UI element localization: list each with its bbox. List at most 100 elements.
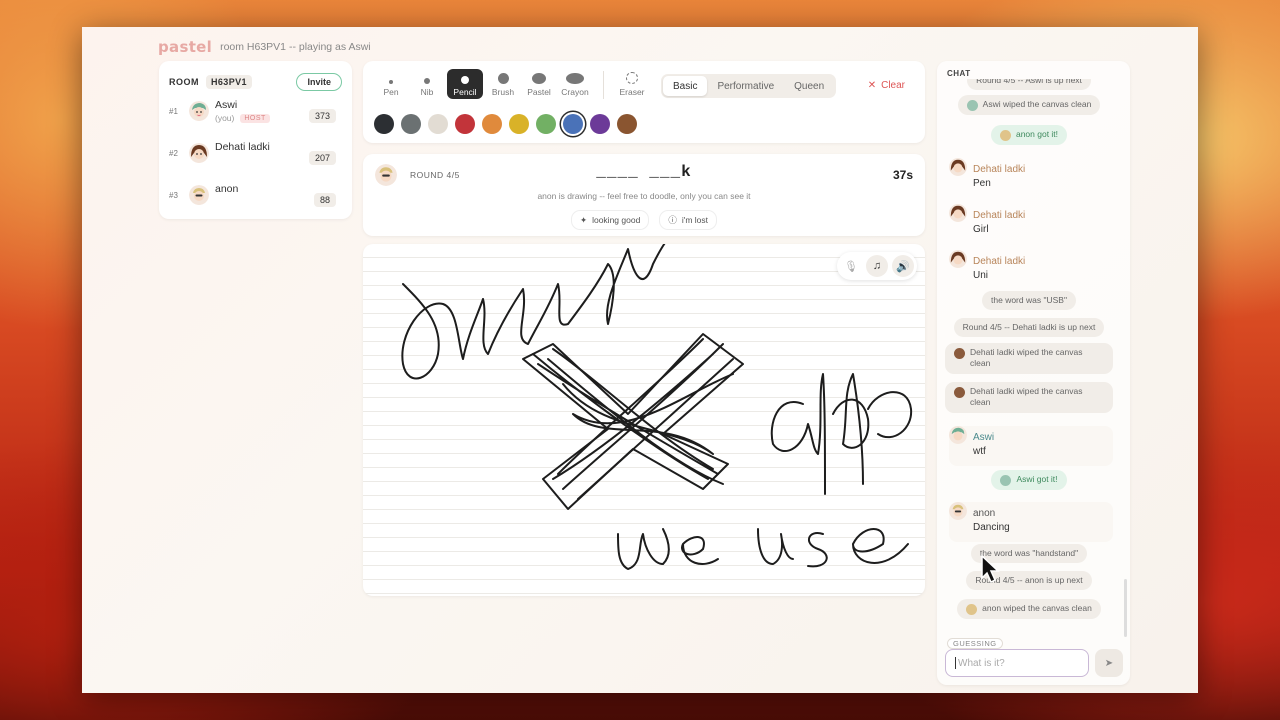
send-icon: ➤	[1104, 657, 1114, 669]
guess-input[interactable]: What is it?	[945, 649, 1089, 677]
player-avatar	[189, 143, 209, 163]
avatar	[999, 130, 1011, 141]
mode-queen[interactable]: Queen	[784, 76, 834, 96]
sparkle-icon: ✦	[579, 214, 588, 225]
mic-off-icon[interactable]: 🎙	[840, 255, 862, 277]
brush-icon	[497, 73, 509, 84]
color-swatch[interactable]	[563, 114, 583, 134]
text-caret	[955, 657, 956, 669]
pastel-icon	[532, 73, 546, 84]
player-row: #1 Aswi (you) HOST 373	[169, 99, 342, 137]
color-swatch[interactable]	[455, 114, 475, 134]
question-icon: ⓘ	[668, 215, 677, 225]
reaction-looking-good[interactable]: ✦ looking good	[570, 210, 650, 230]
system-message: the word was "handstand"	[943, 544, 1115, 564]
message-text: wtf	[973, 446, 986, 457]
mouse-cursor-icon	[981, 554, 1000, 584]
player-rank: #3	[169, 191, 178, 200]
system-text: anon got it!	[1015, 129, 1059, 140]
volume-icon[interactable]: 🔊	[892, 255, 914, 277]
message-author: anon	[973, 508, 996, 519]
system-pill: Dehati ladki wiped the canvas clean	[945, 382, 1113, 413]
avatar	[954, 387, 965, 398]
close-icon: ✕	[867, 80, 877, 91]
tool-eraser[interactable]: Eraser	[616, 69, 648, 99]
tool-pastel[interactable]: Pastel	[523, 69, 555, 99]
message-author: Dehati ladki	[973, 256, 1026, 267]
tool-label: Pen	[383, 87, 399, 97]
drawing-toolbar: Pen Nib Pencil Brush Pastel Crayon Erase…	[363, 61, 925, 143]
round-timer: 37s	[892, 168, 913, 182]
mode-basic[interactable]: Basic	[663, 76, 708, 96]
avatar	[966, 100, 978, 111]
avatar	[949, 502, 967, 520]
toolbar-divider	[603, 71, 604, 99]
tool-pen[interactable]: Pen	[375, 69, 407, 99]
system-message: Dehati ladki wiped the canvas clean	[943, 382, 1115, 413]
reaction-label: i'm lost	[681, 215, 709, 225]
color-swatch[interactable]	[482, 114, 502, 134]
color-swatch[interactable]	[428, 114, 448, 134]
word-hint: ____ ___k	[596, 163, 692, 181]
player-row: #2 Dehati ladki 207	[169, 141, 342, 179]
drawing-canvas[interactable]: 🎙 ♫ 🔊	[363, 244, 925, 596]
player-rank: #2	[169, 149, 178, 158]
tool-label: Brush	[491, 87, 515, 97]
system-text: Aswi got it!	[1016, 474, 1058, 485]
tool-label: Pencil	[453, 87, 477, 97]
mode-selector: Basic Performative Queen	[661, 74, 837, 98]
color-swatch[interactable]	[536, 114, 556, 134]
chat-messages[interactable]: Round 4/5 -- Aswi is up next Aswi wiped …	[943, 79, 1123, 637]
color-swatch[interactable]	[590, 114, 610, 134]
round-card: ROUND 4/5 ____ ___k 37s anon is drawing …	[363, 154, 925, 236]
color-swatch[interactable]	[617, 114, 637, 134]
clear-label: Clear	[881, 80, 905, 91]
color-swatch[interactable]	[509, 114, 529, 134]
tool-nib[interactable]: Nib	[411, 69, 443, 99]
message-text: Girl	[973, 224, 989, 235]
clear-button[interactable]: ✕ Clear	[868, 80, 905, 91]
color-swatch[interactable]	[401, 114, 421, 134]
color-swatch[interactable]	[374, 114, 394, 134]
tool-crayon[interactable]: Crayon	[559, 69, 591, 99]
avatar	[949, 158, 967, 176]
nib-icon	[424, 78, 430, 84]
brush-tools: Pen Nib Pencil Brush Pastel Crayon Erase…	[375, 69, 648, 99]
system-message: anon wiped the canvas clean	[943, 599, 1115, 619]
room-panel: ROOM H63PV1 Invite #1 Aswi (you) HOST 37…	[159, 61, 352, 219]
player-score: 207	[308, 151, 336, 165]
chat-message: Aswi wtf	[949, 426, 1113, 466]
avatar	[949, 426, 967, 444]
tool-brush[interactable]: Brush	[487, 69, 519, 99]
player-score: 88	[313, 193, 336, 207]
chat-scrollbar[interactable]	[1124, 579, 1127, 637]
message-author: Dehati ladki	[973, 164, 1026, 175]
message-author: Dehati ladki	[973, 210, 1026, 221]
game-window: pastel room H63PV1 -- playing as Aswi RO…	[82, 27, 1198, 693]
you-label: (you)	[215, 113, 235, 123]
system-message: Dehati ladki wiped the canvas clean	[943, 343, 1115, 374]
system-pill: anon wiped the canvas clean	[957, 599, 1101, 619]
music-icon[interactable]: ♫	[866, 255, 888, 277]
room-header: ROOM H63PV1 Invite	[169, 71, 342, 93]
system-pill: Aswi got it!	[991, 470, 1067, 490]
system-pill: Aswi wiped the canvas clean	[957, 95, 1101, 115]
chat-message: Dehati ladki Pen	[949, 158, 1113, 198]
system-text: Aswi wiped the canvas clean	[982, 99, 1092, 110]
player-rank: #1	[169, 107, 178, 116]
tool-pencil[interactable]: Pencil	[447, 69, 483, 99]
chat-message: Dehati ladki Girl	[949, 204, 1113, 244]
tool-label: Pastel	[527, 87, 551, 97]
invite-button[interactable]: Invite	[296, 73, 342, 91]
system-text: anon wiped the canvas clean	[982, 603, 1092, 614]
room-code: H63PV1	[206, 75, 252, 89]
reactions: ✦ looking good ⓘ i'm lost	[363, 210, 925, 230]
send-button[interactable]: ➤	[1095, 649, 1123, 677]
chat-panel: CHAT Round 4/5 -- Aswi is up next Aswi w…	[937, 61, 1130, 685]
player-name: anon	[215, 183, 239, 195]
reaction-im-lost[interactable]: ⓘ i'm lost	[659, 210, 718, 230]
mode-performative[interactable]: Performative	[707, 76, 784, 96]
avatar	[1000, 475, 1012, 486]
guessing-tag: GUESSING	[947, 638, 1003, 649]
message-author: Aswi	[973, 432, 995, 443]
